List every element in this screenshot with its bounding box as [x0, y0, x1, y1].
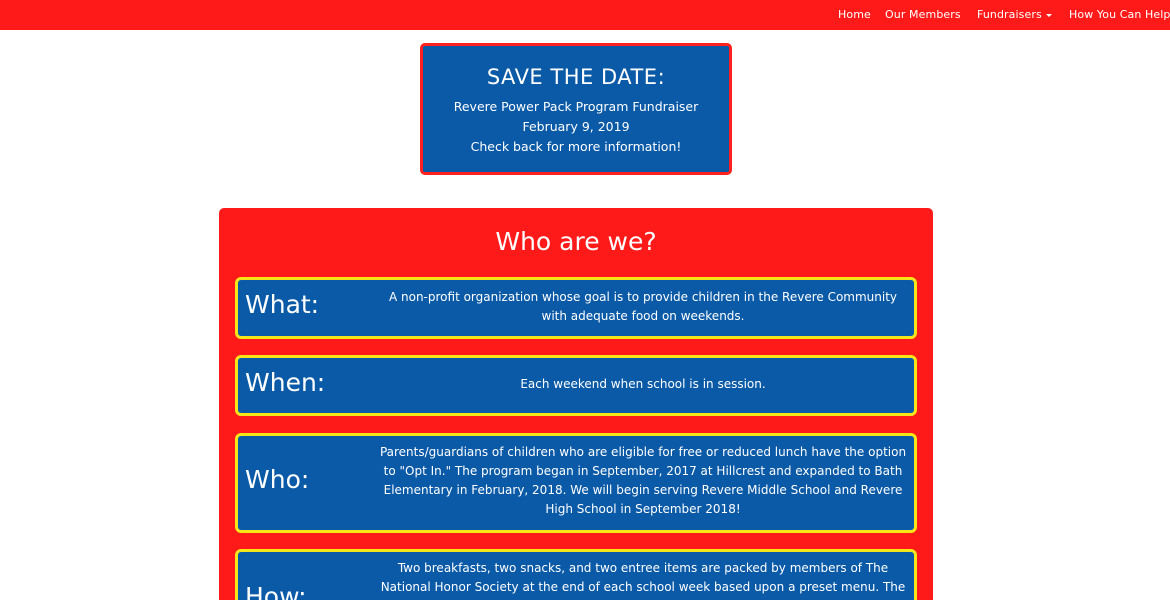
nav-our-members-link[interactable]: Our Members	[885, 8, 961, 21]
save-the-date-box: SAVE THE DATE: Revere Power Pack Program…	[420, 43, 732, 175]
what-card: What: A non-profit organization whose go…	[235, 277, 917, 339]
nav-fundraisers-dropdown[interactable]: Fundraisers	[977, 8, 1052, 21]
who-card: Who: Parents/guardians of children who a…	[235, 433, 917, 533]
how-text: Two breakfasts, two snacks, and two entr…	[380, 561, 906, 594]
nav-fundraisers-label: Fundraisers	[977, 8, 1042, 21]
what-label: What:	[245, 290, 320, 319]
how-label: How:	[245, 582, 307, 600]
event-note: Check back for more information!	[470, 139, 682, 154]
top-navbar: Home Our Members Fundraisers How You Can…	[0, 0, 1170, 30]
how-card: How: Two breakfasts, two snacks, and two…	[235, 549, 917, 600]
when-card: When: Each weekend when school is in ses…	[235, 355, 917, 416]
who-are-we-panel: Who are we? What: A non-profit organizat…	[219, 208, 933, 600]
who-text: Parents/guardians of children who are el…	[379, 445, 907, 516]
event-date: February 9, 2019	[522, 119, 630, 134]
what-text: A non-profit organization whose goal is …	[388, 290, 898, 323]
when-text: Each weekend when school is in session.	[520, 377, 766, 391]
nav-home-link[interactable]: Home	[838, 8, 871, 21]
save-the-date-title: SAVE THE DATE:	[486, 65, 666, 89]
event-name: Revere Power Pack Program Fundraiser	[453, 99, 699, 114]
who-label: Who:	[245, 465, 310, 494]
when-label: When:	[245, 368, 326, 397]
caret-down-icon	[1045, 13, 1052, 17]
who-are-we-heading: Who are we?	[495, 227, 657, 256]
nav-how-you-can-help-link[interactable]: How You Can Help	[1069, 8, 1170, 21]
